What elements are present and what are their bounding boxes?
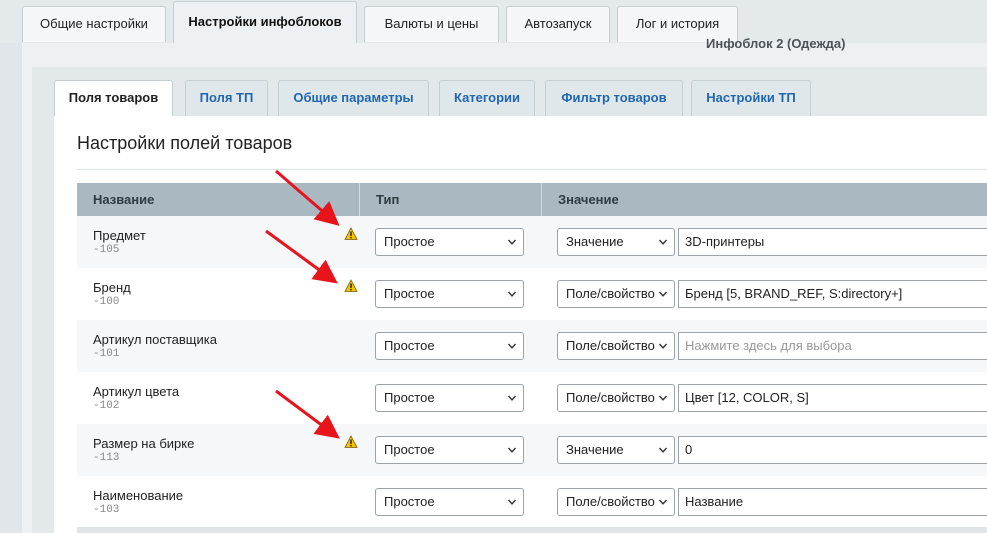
red-arrow-1: [275, 169, 340, 226]
annotation-arrows: [265, 169, 340, 439]
red-arrow-2: [265, 229, 338, 284]
red-arrow-3: [275, 389, 340, 439]
